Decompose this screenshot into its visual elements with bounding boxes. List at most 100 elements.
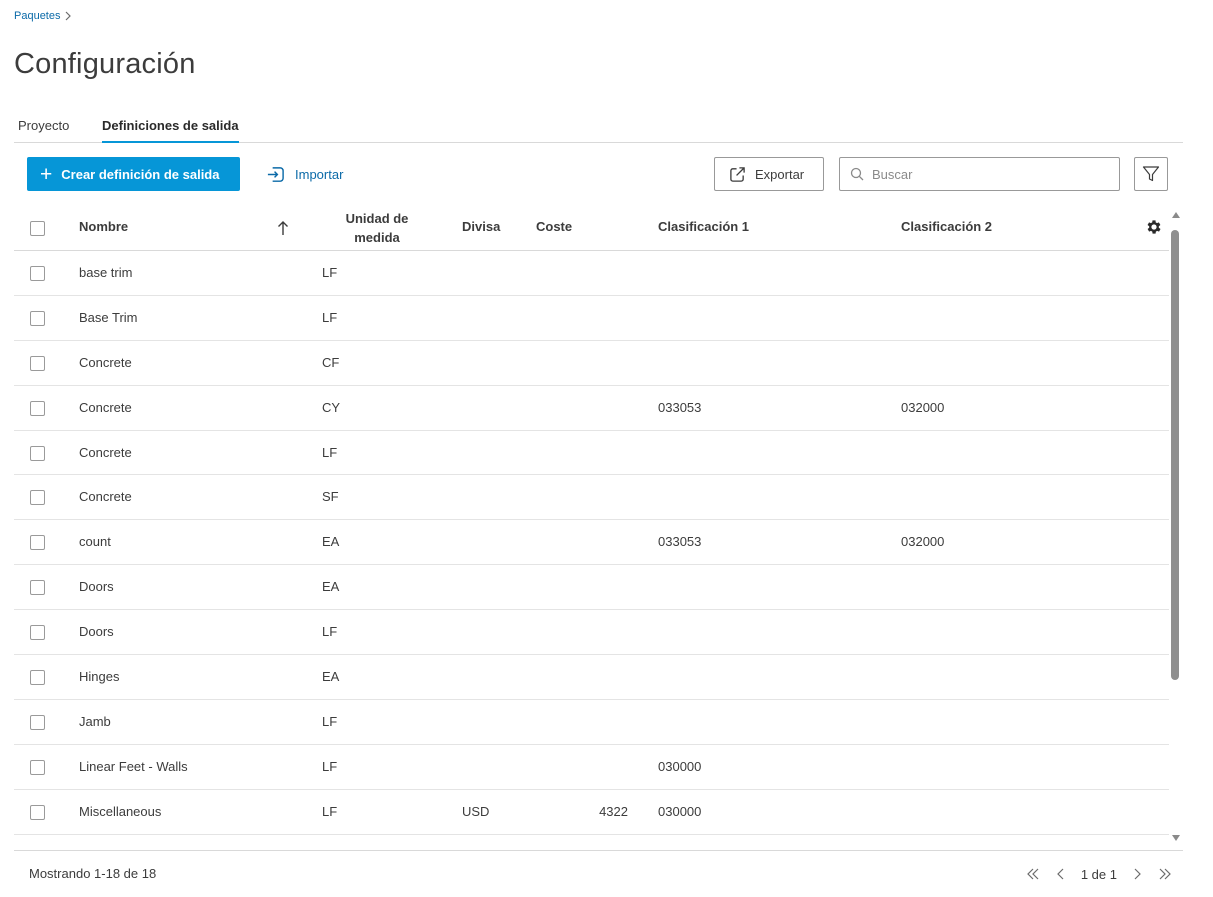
cell-name: Linear Feet - Walls <box>79 758 188 774</box>
row-checkbox[interactable] <box>30 535 45 551</box>
table-row[interactable]: Linear Feet - Walls LF 030000 <box>14 745 1169 790</box>
table-row[interactable]: Concrete CF <box>14 341 1169 386</box>
table-row[interactable]: Hinges EA <box>14 655 1169 700</box>
cell-class1: 033053 <box>658 399 702 415</box>
column-header-class1[interactable]: Clasificación 1 <box>658 219 749 234</box>
table-header: Nombre Unidad de medida Divisa Coste Cla… <box>14 204 1169 251</box>
table-row[interactable]: Concrete LF <box>14 431 1169 476</box>
export-label: Exportar <box>755 166 805 182</box>
cell-name: Concrete <box>79 489 132 505</box>
cell-name: count <box>79 534 111 550</box>
cell-name: Hinges <box>79 669 120 685</box>
row-checkbox[interactable] <box>30 355 45 371</box>
table-row[interactable]: Miscellaneous LF USD 4322 030000 <box>14 790 1169 835</box>
cell-class2: 032000 <box>901 399 945 415</box>
row-checkbox[interactable] <box>30 804 45 820</box>
search-input[interactable] <box>872 166 1112 182</box>
cell-uom: EA <box>322 669 340 685</box>
cell-uom: CY <box>322 399 341 415</box>
table-body: base trim LF Base Trim LF Concrete CF Concrete… <box>14 251 1169 843</box>
table-footer: Mostrando 1-18 de 18 1 de 1 <box>14 850 1183 897</box>
table-row[interactable]: Jamb LF <box>14 700 1169 745</box>
next-page-button[interactable] <box>1125 864 1149 884</box>
table-row[interactable]: Doors LF <box>14 610 1169 656</box>
table-row[interactable]: count EA 033053 032000 <box>14 520 1169 566</box>
row-checkbox[interactable] <box>30 670 45 686</box>
pagination: 1 de 1 <box>1021 864 1177 884</box>
cell-uom: LF <box>322 713 338 729</box>
cell-uom: CF <box>322 354 340 370</box>
table-row[interactable]: Base Trim LF <box>14 296 1169 341</box>
row-checkbox[interactable] <box>30 759 45 775</box>
column-header-uom[interactable]: Unidad de medida <box>337 209 417 247</box>
cell-currency: USD <box>462 803 490 819</box>
cell-uom: EA <box>322 579 340 595</box>
scroll-down-arrow-icon[interactable] <box>1172 835 1180 841</box>
column-header-cost[interactable]: Coste <box>536 219 572 234</box>
cell-uom: LF <box>322 309 338 325</box>
last-page-button[interactable] <box>1153 864 1177 884</box>
cell-uom: EA <box>322 534 340 550</box>
filter-icon <box>1142 166 1160 182</box>
column-header-currency[interactable]: Divisa <box>462 219 500 234</box>
search-icon <box>850 167 864 181</box>
row-checkbox[interactable] <box>30 490 45 506</box>
cell-uom: LF <box>322 803 338 819</box>
cell-name: Jamb <box>79 713 111 729</box>
cell-class1: 030000 <box>658 758 702 774</box>
prev-page-button[interactable] <box>1049 864 1073 884</box>
table-row[interactable]: Concrete SF <box>14 475 1169 521</box>
table-row[interactable]: base trim LF <box>14 251 1169 296</box>
export-icon <box>730 166 745 182</box>
prev-page-icon <box>1056 868 1064 880</box>
import-label: Importar <box>295 166 344 182</box>
cell-name: Doors <box>79 579 114 595</box>
tab-proyecto[interactable]: Proyecto <box>18 118 69 141</box>
cell-class1: 030000 <box>658 803 702 819</box>
export-button[interactable]: Exportar <box>714 157 824 191</box>
vertical-scrollbar[interactable] <box>1169 210 1183 846</box>
cell-uom: LF <box>322 758 338 774</box>
create-output-definition-button[interactable]: + Crear definición de salida <box>27 157 240 191</box>
cell-uom: LF <box>322 265 338 280</box>
page-title: Configuración <box>14 48 196 80</box>
row-count-status: Mostrando 1-18 de 18 <box>29 866 157 881</box>
row-checkbox[interactable] <box>30 714 45 730</box>
column-header-class2[interactable]: Clasificación 2 <box>901 219 992 234</box>
sort-up-arrow-icon[interactable] <box>276 219 290 237</box>
column-header-name[interactable]: Nombre <box>79 219 128 234</box>
scroll-thumb[interactable] <box>1171 230 1179 680</box>
select-all-checkbox[interactable] <box>30 221 45 236</box>
row-checkbox[interactable] <box>30 266 45 281</box>
row-checkbox[interactable] <box>30 625 45 641</box>
cell-name: Concrete <box>79 444 132 460</box>
filter-button[interactable] <box>1134 157 1168 191</box>
first-page-button[interactable] <box>1021 864 1045 884</box>
search-box[interactable] <box>839 157 1120 191</box>
cell-uom: LF <box>322 444 338 460</box>
gear-icon[interactable] <box>1145 218 1163 236</box>
last-page-icon <box>1159 868 1171 880</box>
cell-uom: LF <box>322 624 338 640</box>
row-checkbox[interactable] <box>30 445 45 461</box>
breadcrumb-link-paquetes[interactable]: Paquetes <box>14 10 60 22</box>
import-icon <box>267 166 284 182</box>
row-checkbox[interactable] <box>30 580 45 596</box>
scroll-up-arrow-icon[interactable] <box>1172 212 1180 218</box>
column-header-uom-line2: medida <box>354 230 400 245</box>
tab-definiciones-de-salida[interactable]: Definiciones de salida <box>102 118 239 143</box>
cell-class2: 032000 <box>901 534 945 550</box>
row-checkbox[interactable] <box>30 400 45 416</box>
cell-name: Concrete <box>79 354 132 370</box>
cell-name: Concrete <box>79 399 132 415</box>
cell-name: Doors <box>79 624 114 640</box>
table-row[interactable]: Concrete CY 033053 032000 <box>14 386 1169 431</box>
import-button[interactable]: Importar <box>266 162 343 186</box>
cell-uom: SF <box>322 489 339 505</box>
column-header-uom-line1: Unidad de <box>345 211 409 226</box>
row-checkbox[interactable] <box>30 310 45 326</box>
cell-cost: 4322 <box>599 803 628 819</box>
page-info: 1 de 1 <box>1080 866 1117 882</box>
table-row[interactable]: Doors EA <box>14 565 1169 611</box>
cell-name: Miscellaneous <box>79 803 162 819</box>
